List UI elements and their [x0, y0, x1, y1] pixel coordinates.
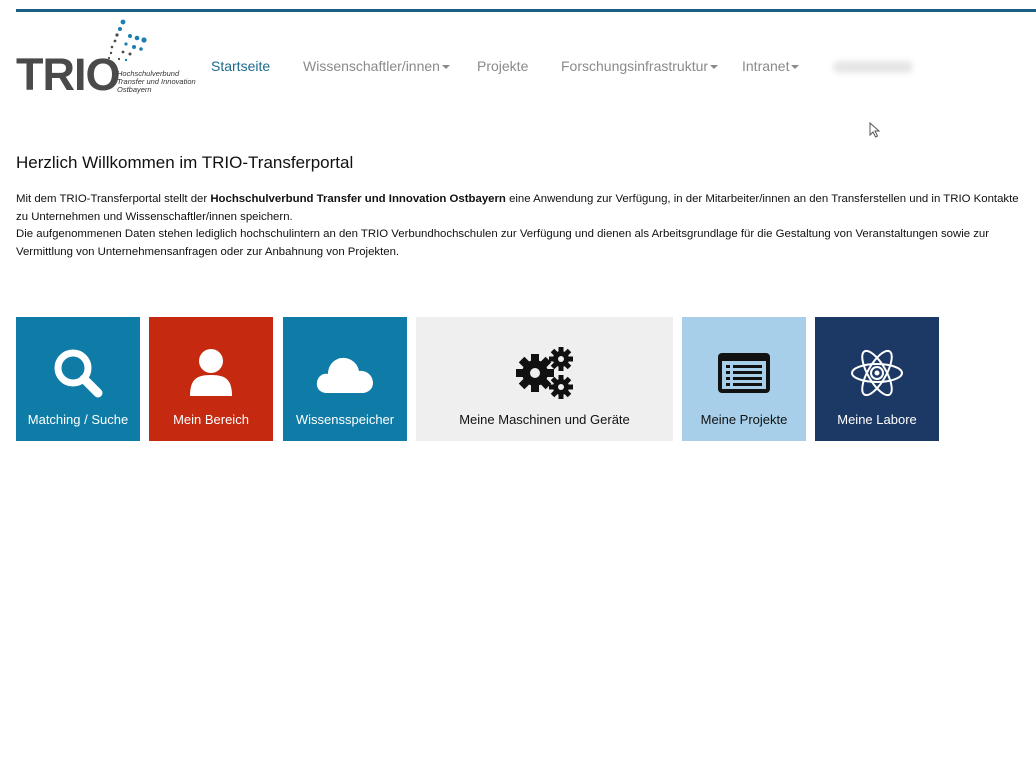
intro-paragraph-1: Mit dem TRIO-Transferportal stellt der H… — [16, 191, 1032, 226]
tile-matching-suche[interactable]: Matching / Suche — [16, 317, 140, 441]
nav-item-label: Projekte — [477, 58, 529, 74]
trio-logo[interactable]: TRIO Hochschulverbund Transfer und Innov… — [16, 18, 201, 98]
tile-label: Meine Labore — [837, 412, 917, 427]
nav-item-forschungsinfrastruktur[interactable]: Forschungsinfrastruktur — [561, 58, 719, 74]
cloud-icon — [283, 345, 407, 401]
header-top-rule — [16, 9, 1036, 12]
logo-subtitle: Hochschulverbund Transfer und Innovation… — [117, 70, 196, 94]
tile-mein-bereich[interactable]: Mein Bereich — [149, 317, 273, 441]
user-icon — [149, 345, 273, 401]
search-icon — [16, 345, 140, 401]
nav-item-startseite[interactable]: Startseite — [211, 58, 270, 74]
caret-down-icon — [710, 65, 719, 70]
mouse-cursor-icon — [869, 122, 881, 138]
page-title: Herzlich Willkommen im TRIO-Transferport… — [16, 153, 354, 172]
logo-wordmark: TRIO — [16, 49, 120, 100]
intro-text-segment: Mit dem TRIO-Transferportal stellt der — [16, 193, 211, 205]
nav-item-projekte[interactable]: Projekte — [477, 58, 528, 74]
caret-down-icon — [441, 65, 450, 70]
tile-label: Meine Maschinen und Geräte — [459, 412, 630, 427]
tile-label: Meine Projekte — [700, 412, 788, 427]
nav-item-label: Intranet — [742, 58, 790, 74]
nav-item-redacted[interactable] — [833, 61, 913, 73]
intro-text: Mit dem TRIO-Transferportal stellt der H… — [16, 191, 1032, 261]
nav-item-label: Forschungsinfrastruktur — [561, 58, 709, 74]
intro-bold-org-name: Hochschulverbund Transfer und Innovation… — [210, 193, 506, 205]
gears-icon — [416, 345, 673, 401]
tile-label: Wissensspeicher — [295, 412, 395, 427]
tile-label: Mein Bereich — [173, 412, 249, 427]
nav-item-label: Wissenschaftler/innen — [303, 58, 440, 74]
tile-meine-labore[interactable]: Meine Labore — [815, 317, 939, 441]
tile-label: Matching / Suche — [27, 412, 129, 427]
tile-meine-projekte[interactable]: Meine Projekte — [682, 317, 806, 441]
atom-icon — [815, 345, 939, 401]
tile-maschinen-geraete[interactable]: Meine Maschinen und Geräte — [416, 317, 673, 441]
intro-paragraph-2: Die aufgenommenen Daten stehen lediglich… — [16, 228, 990, 258]
nav-item-label: Startseite — [211, 58, 271, 74]
tile-wissensspeicher[interactable]: Wissensspeicher — [283, 317, 407, 441]
nav-item-wissenschaftler[interactable]: Wissenschaftler/innen — [303, 58, 450, 74]
logo-subtitle-line: Ostbayern — [117, 85, 152, 94]
list-icon — [682, 345, 806, 401]
caret-down-icon — [791, 65, 800, 70]
nav-item-intranet[interactable]: Intranet — [742, 58, 800, 74]
